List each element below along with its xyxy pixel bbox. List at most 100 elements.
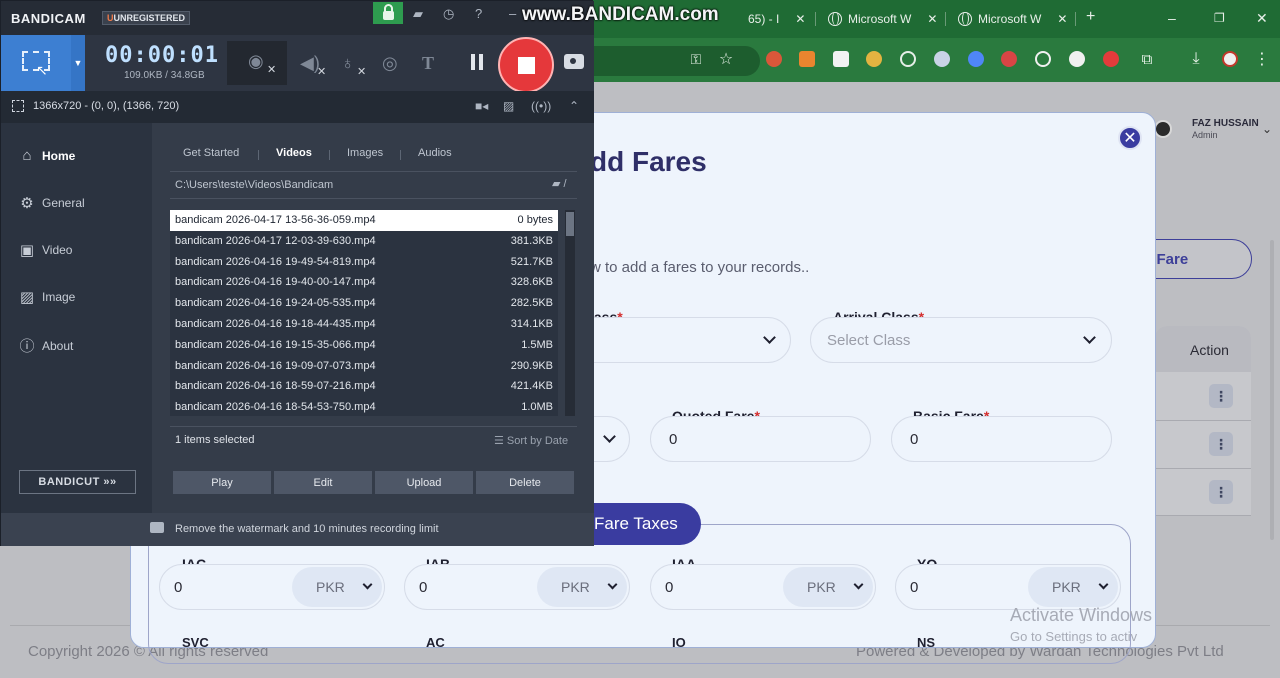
play-button[interactable]: Play (173, 471, 271, 494)
open-folder-icon[interactable]: ▰ / (552, 177, 567, 190)
extension-icon[interactable] (1069, 51, 1085, 67)
file-row[interactable]: bandicam 2026-04-16 19-49-54-819.mp4 521.… (170, 252, 558, 273)
microphone-icon[interactable]: ♁ (341, 53, 355, 74)
tab-close-icon[interactable]: ✕ (927, 12, 937, 26)
row-actions-button[interactable]: ⋮ (1209, 480, 1233, 504)
tab-videos[interactable]: Videos (276, 147, 312, 159)
text-overlay-icon[interactable]: T (422, 53, 434, 74)
quoted-fare-input[interactable]: 0 (650, 416, 871, 462)
user-menu[interactable]: FAZ HUSSAIN Admin ⌄ (1150, 116, 1280, 144)
profile-icon[interactable] (1222, 51, 1238, 67)
screen-mode-button[interactable]: ↖ (1, 35, 71, 91)
stop-record-button[interactable] (498, 37, 554, 93)
tab-separator (258, 150, 259, 160)
tax-input-yq[interactable]: 0 PKR (895, 564, 1121, 610)
extension-icon[interactable] (766, 51, 782, 67)
tax-input-iac[interactable]: 0 PKR (159, 564, 385, 610)
help-icon[interactable]: ? (475, 6, 482, 21)
file-row[interactable]: bandicam 2026-04-17 13-56-36-059.mp4 0 by… (170, 210, 558, 231)
star-icon[interactable]: ☆ (717, 50, 735, 68)
currency-select[interactable]: PKR (783, 567, 873, 607)
tax-input-iaa[interactable]: 0 PKR (650, 564, 876, 610)
sidebar-item-image[interactable]: ▨ Image (19, 288, 75, 306)
file-row[interactable]: bandicam 2026-04-17 12-03-39-630.mp4 381.… (170, 231, 558, 252)
video-camera-icon[interactable]: ■◂ (475, 99, 488, 113)
sidebar-item-about[interactable]: ⓘ About (19, 335, 73, 356)
extension-icon[interactable] (799, 51, 815, 67)
watermark-notice[interactable]: Remove the watermark and 10 minutes reco… (175, 523, 439, 535)
bandicut-button[interactable]: BANDICUT »» (19, 470, 136, 494)
activate-windows-title: Activate Windows (1010, 605, 1153, 625)
broadcast-icon[interactable]: ((•)) (531, 99, 551, 113)
minimize-button[interactable]: – (1168, 10, 1176, 26)
collapse-icon[interactable]: ⌃ (569, 99, 579, 113)
mouse-click-icon[interactable]: ◎ (382, 53, 398, 74)
delete-button[interactable]: Delete (476, 471, 574, 494)
edit-button[interactable]: Edit (274, 471, 372, 494)
page-scrollbar[interactable] (1270, 240, 1274, 540)
file-row[interactable]: bandicam 2026-04-16 19-09-07-073.mp4 290.… (170, 356, 558, 377)
currency-select[interactable]: PKR (292, 567, 382, 607)
new-tab-button[interactable]: + (1086, 8, 1095, 26)
file-row[interactable]: bandicam 2026-04-16 19-24-05-535.mp4 282.… (170, 293, 558, 314)
browser-tab[interactable]: 65) - I ✕ (748, 6, 805, 32)
minimize-icon[interactable]: – (509, 6, 516, 21)
close-modal-button[interactable]: ✕ (1118, 126, 1142, 150)
file-list-scrollbar[interactable] (565, 210, 575, 416)
currency-select[interactable]: PKR (1028, 567, 1118, 607)
file-row[interactable]: bandicam 2026-04-16 19-40-00-147.mp4 328.… (170, 272, 558, 293)
tab-get-started[interactable]: Get Started (183, 147, 239, 159)
maximize-button[interactable]: ❐ (1214, 11, 1225, 25)
extension-icon[interactable] (866, 51, 882, 67)
sort-button[interactable]: ☰ Sort by Date (494, 434, 568, 447)
screenshot-camera-icon[interactable] (564, 54, 584, 69)
fare-taxes-tab[interactable]: Fare Taxes (580, 503, 701, 545)
lock-icon (382, 4, 394, 20)
extension-icon[interactable] (833, 51, 849, 67)
folder-icon[interactable]: ▰ (413, 6, 423, 22)
key-icon[interactable]: ⚿ (687, 50, 705, 68)
basic-fare-input[interactable]: 0 (891, 416, 1112, 462)
upload-button[interactable]: Upload (375, 471, 473, 494)
mode-dropdown-button[interactable]: ▼ (71, 35, 85, 91)
extension-icon[interactable] (1001, 51, 1017, 67)
clock-icon[interactable]: ◷ (443, 6, 454, 22)
sidebar-item-video[interactable]: ▣ Video (19, 241, 73, 259)
row-actions-button[interactable]: ⋮ (1209, 384, 1233, 408)
arrival-class-select[interactable]: Select Class (810, 317, 1112, 363)
tab-close-icon[interactable]: ✕ (795, 12, 805, 26)
puzzle-icon[interactable]: ⧉ (1138, 50, 1156, 68)
browser-tab[interactable]: Microsoft W ✕ (828, 6, 937, 32)
capture-area-bar: 1366x720 - (0, 0), (1366, 720) ■◂ ▨ ((•)… (1, 91, 594, 123)
info-icon: ⓘ (19, 338, 35, 355)
sidebar-item-general[interactable]: ⚙ General (19, 194, 84, 212)
tab-audios[interactable]: Audios (418, 147, 452, 159)
file-row[interactable]: bandicam 2026-04-16 18-59-07-216.mp4 421.… (170, 376, 558, 397)
extension-icon[interactable] (1103, 51, 1119, 67)
sidebar-item-home[interactable]: ⌂ Home (19, 147, 75, 164)
row-actions-button[interactable]: ⋮ (1209, 432, 1233, 456)
pause-button[interactable] (469, 54, 485, 72)
browser-tab[interactable]: Microsoft W ✕ (958, 6, 1067, 32)
grammarly-icon[interactable] (1035, 51, 1051, 67)
extension-icon[interactable] (934, 51, 950, 67)
menu-kebab-icon[interactable]: ⋮ (1253, 50, 1271, 68)
departure-class-select[interactable] (560, 317, 791, 363)
file-row[interactable]: bandicam 2026-04-16 19-15-35-066.mp4 1.5M… (170, 335, 558, 356)
tax-input-iab[interactable]: 0 PKR (404, 564, 630, 610)
extension-icon[interactable] (968, 51, 984, 67)
area-select-icon[interactable] (12, 100, 24, 112)
bandicam-file-panel: Get Started Videos Images Audios C:\User… (152, 123, 594, 513)
tab-images[interactable]: Images (347, 147, 383, 159)
extension-icon[interactable] (900, 51, 916, 67)
image-icon[interactable]: ▨ (503, 99, 514, 113)
lock-button[interactable] (373, 2, 403, 24)
scroll-thumb[interactable] (566, 212, 574, 236)
download-icon[interactable]: ⤓ (1187, 50, 1205, 68)
tab-close-icon[interactable]: ✕ (1057, 12, 1067, 26)
webcam-button[interactable]: ◉ ✕ (227, 41, 287, 85)
file-row[interactable]: bandicam 2026-04-16 19-18-44-435.mp4 314.… (170, 314, 558, 335)
close-window-button[interactable]: ✕ (1256, 10, 1268, 27)
file-row[interactable]: bandicam 2026-04-16 18-54-53-750.mp4 1.0M… (170, 397, 558, 418)
currency-select[interactable]: PKR (537, 567, 627, 607)
